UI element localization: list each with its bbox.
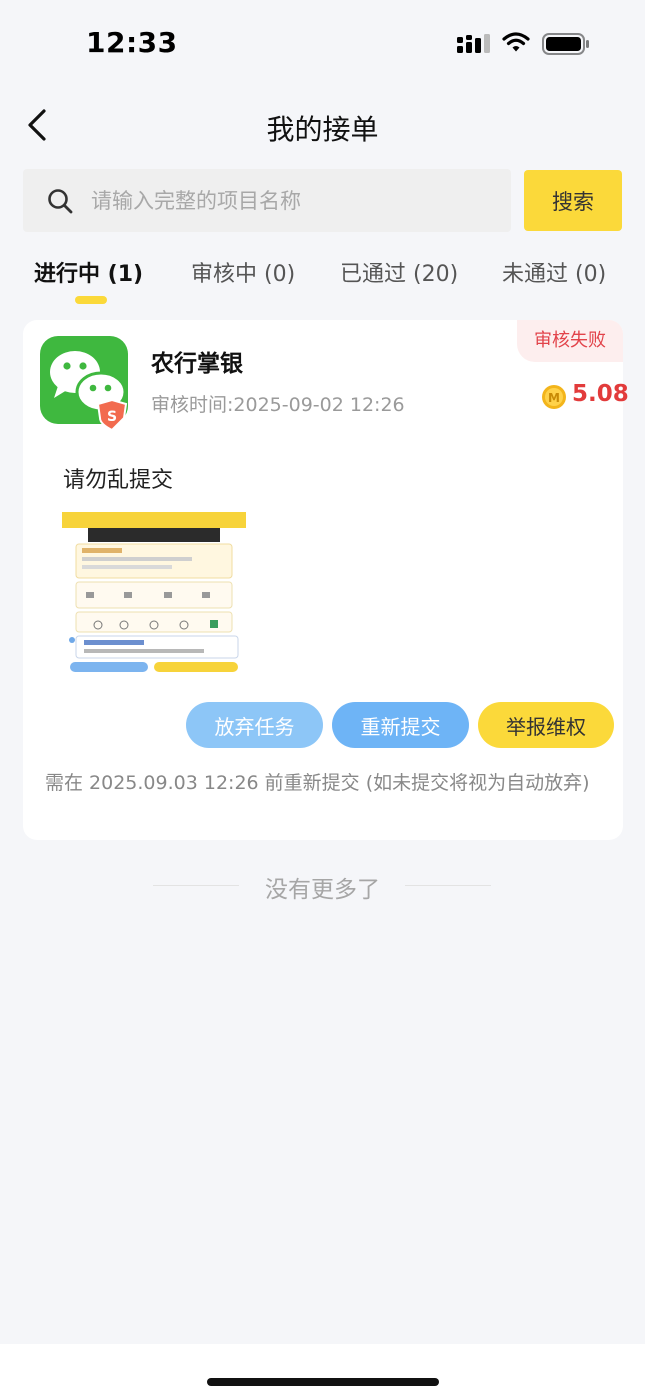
divider-line-right	[405, 885, 491, 886]
tab-rejected[interactable]: 未通过 (0)	[502, 256, 606, 288]
search-button[interactable]: 搜索	[524, 170, 622, 231]
signal-icon	[457, 34, 490, 53]
tab-in-progress[interactable]: 进行中 (1)	[34, 256, 143, 288]
nav-bar: 我的接单	[0, 96, 645, 158]
search-input[interactable]	[91, 169, 491, 232]
app-icon: S	[40, 336, 128, 432]
list-end-divider: 没有更多了	[0, 866, 645, 906]
screen: 12:33 我的接单 请输入完整的项目名称 搜索 进行中 (1) 审核中 (0)…	[0, 0, 645, 1398]
battery-icon	[542, 33, 589, 55]
tab-under-review[interactable]: 审核中 (0)	[191, 256, 295, 288]
review-remark: 请勿乱提交	[63, 468, 174, 493]
wifi-icon	[502, 32, 530, 52]
search-box[interactable]	[23, 169, 511, 232]
list-end-text: 没有更多了	[265, 877, 380, 903]
svg-text:M: M	[548, 391, 560, 405]
page-title: 我的接单	[266, 113, 379, 146]
review-time: 审核时间:2025-09-02 12:26	[151, 394, 405, 416]
wechat-icon: S	[50, 351, 128, 432]
status-badge: 审核失败	[517, 320, 623, 362]
resubmit-button[interactable]: 重新提交	[332, 702, 469, 748]
app-name: 农行掌银	[151, 351, 243, 377]
tab-approved[interactable]: 已通过 (20)	[340, 256, 458, 288]
proof-screenshot-thumbnail[interactable]	[62, 512, 246, 676]
report-button[interactable]: 举报维权	[478, 702, 614, 748]
coin-icon: M	[542, 385, 566, 409]
status-bar: 12:33	[0, 0, 645, 90]
abandon-task-button[interactable]: 放弃任务	[186, 702, 323, 748]
resubmit-deadline-note: 需在 2025.09.03 12:26 前重新提交 (如未提交将视为自动放弃)	[45, 772, 590, 794]
home-indicator[interactable]	[207, 1378, 439, 1386]
status-time: 12:33	[86, 26, 178, 59]
home-bar-area	[0, 1344, 645, 1398]
screenshot-image	[62, 512, 246, 676]
task-card[interactable]: 审核失败 S 农行掌银 审核时间:2025-09-02 12:26 M 5.08	[23, 320, 629, 840]
active-tab-indicator	[75, 296, 107, 304]
status-tabs: 进行中 (1) 审核中 (0) 已通过 (20) 未通过 (0)	[0, 250, 645, 310]
search-icon	[48, 189, 73, 214]
svg-text:S: S	[107, 409, 117, 425]
reward-amount: 5.08	[572, 381, 629, 407]
